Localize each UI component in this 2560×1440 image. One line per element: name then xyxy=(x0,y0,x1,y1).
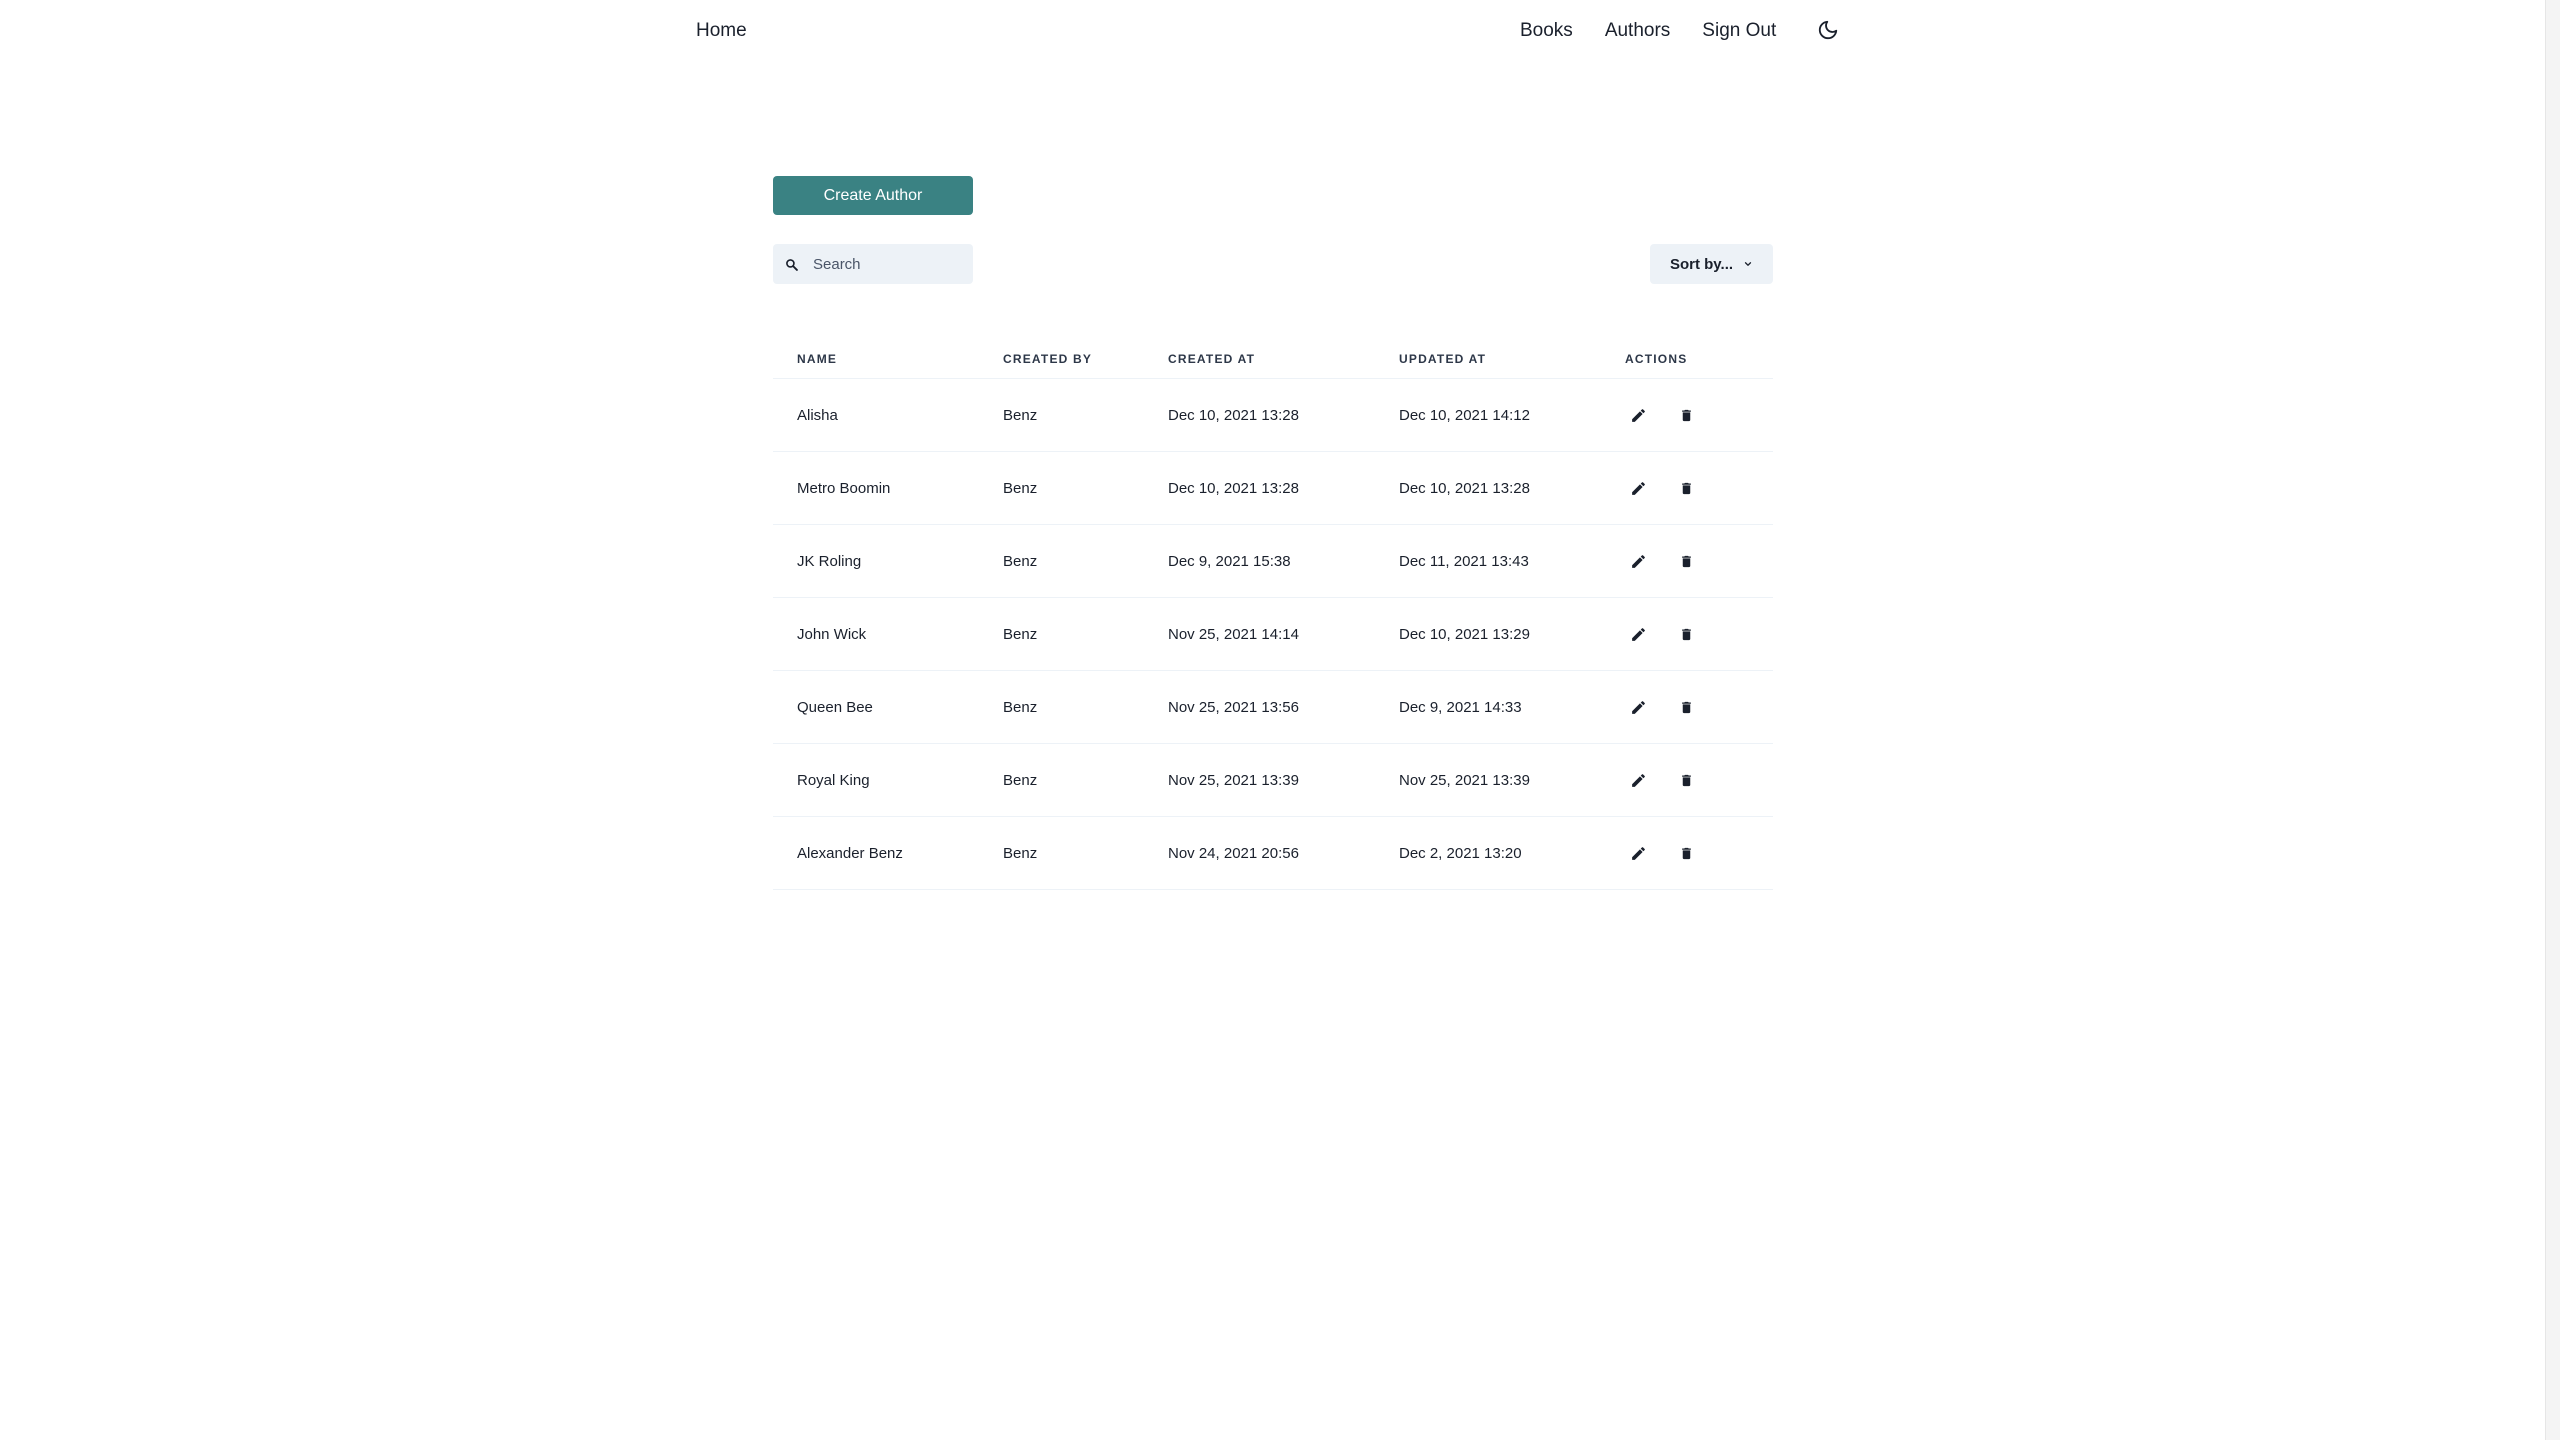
cell-created-at: Dec 9, 2021 15:38 xyxy=(1168,524,1399,598)
cell-actions xyxy=(1625,670,1773,744)
edit-icon[interactable] xyxy=(1627,623,1649,645)
cell-created-at: Nov 25, 2021 14:14 xyxy=(1168,597,1399,671)
table-row: Metro Boomin Benz Dec 10, 2021 13:28 Dec… xyxy=(773,451,1773,525)
nav-link-sign-out[interactable]: Sign Out xyxy=(1702,20,1776,42)
table-row: Queen Bee Benz Nov 25, 2021 13:56 Dec 9,… xyxy=(773,670,1773,744)
cell-created-at: Nov 24, 2021 20:56 xyxy=(1168,816,1399,890)
page: Home Books Authors Sign Out Create Autho… xyxy=(0,0,2560,1440)
table-row: Alexander Benz Benz Nov 24, 2021 20:56 D… xyxy=(773,816,1773,890)
row-actions xyxy=(1625,842,1773,864)
cell-created-at: Dec 10, 2021 13:28 xyxy=(1168,378,1399,452)
cell-updated-at: Dec 10, 2021 14:12 xyxy=(1399,378,1625,452)
cell-actions xyxy=(1625,597,1773,671)
top-nav: Home Books Authors Sign Out xyxy=(0,0,2545,64)
row-actions xyxy=(1625,550,1773,572)
trash-icon[interactable] xyxy=(1675,623,1697,645)
edit-icon[interactable] xyxy=(1627,696,1649,718)
cell-updated-at: Dec 10, 2021 13:29 xyxy=(1399,597,1625,671)
cell-created-at: Dec 10, 2021 13:28 xyxy=(1168,451,1399,525)
row-actions xyxy=(1625,623,1773,645)
column-header-created-by[interactable]: CREATED BY xyxy=(1003,340,1168,379)
edit-icon[interactable] xyxy=(1627,404,1649,426)
table-row: John Wick Benz Nov 25, 2021 14:14 Dec 10… xyxy=(773,597,1773,671)
search-box[interactable] xyxy=(773,244,973,284)
table-body: Alisha Benz Dec 10, 2021 13:28 Dec 10, 2… xyxy=(773,378,1773,890)
cell-updated-at: Dec 2, 2021 13:20 xyxy=(1399,816,1625,890)
cell-actions xyxy=(1625,743,1773,817)
table-row: Alisha Benz Dec 10, 2021 13:28 Dec 10, 2… xyxy=(773,378,1773,452)
trash-icon[interactable] xyxy=(1675,696,1697,718)
cell-created-at: Nov 25, 2021 13:56 xyxy=(1168,670,1399,744)
cell-created-by: Benz xyxy=(1003,524,1168,598)
cell-name: Queen Bee xyxy=(773,670,1003,744)
nav-links: Books Authors Sign Out xyxy=(1520,20,1840,42)
cell-updated-at: Dec 9, 2021 14:33 xyxy=(1399,670,1625,744)
edit-icon[interactable] xyxy=(1627,550,1649,572)
cell-updated-at: Nov 25, 2021 13:39 xyxy=(1399,743,1625,817)
row-actions xyxy=(1625,696,1773,718)
trash-icon[interactable] xyxy=(1675,769,1697,791)
cell-created-at: Nov 25, 2021 13:39 xyxy=(1168,743,1399,817)
moon-icon[interactable] xyxy=(1816,18,1840,42)
trash-icon[interactable] xyxy=(1675,404,1697,426)
column-header-created-at[interactable]: CREATED AT xyxy=(1168,340,1399,379)
cell-created-by: Benz xyxy=(1003,670,1168,744)
cell-created-by: Benz xyxy=(1003,743,1168,817)
vertical-scrollbar[interactable] xyxy=(2545,0,2560,1440)
column-header-updated-at[interactable]: UPDATED AT xyxy=(1399,340,1625,379)
trash-icon[interactable] xyxy=(1675,550,1697,572)
cell-actions xyxy=(1625,524,1773,598)
cell-name: John Wick xyxy=(773,597,1003,671)
table-header-row: NAME CREATED BY CREATED AT UPDATED AT AC… xyxy=(773,340,1773,379)
nav-link-books[interactable]: Books xyxy=(1520,20,1573,42)
sort-select[interactable]: Sort by... xyxy=(1650,244,1773,284)
search-input[interactable] xyxy=(813,255,963,273)
edit-icon[interactable] xyxy=(1627,477,1649,499)
search-icon xyxy=(785,257,799,271)
table-toolbar: Sort by... xyxy=(773,244,1773,284)
cell-name: JK Roling xyxy=(773,524,1003,598)
table-row: JK Roling Benz Dec 9, 2021 15:38 Dec 11,… xyxy=(773,524,1773,598)
cell-updated-at: Dec 10, 2021 13:28 xyxy=(1399,451,1625,525)
authors-table: NAME CREATED BY CREATED AT UPDATED AT AC… xyxy=(773,340,1773,890)
cell-created-by: Benz xyxy=(1003,816,1168,890)
sort-label: Sort by... xyxy=(1669,255,1734,273)
cell-name: Metro Boomin xyxy=(773,451,1003,525)
authors-content: Create Author Sort by... xyxy=(773,176,1773,890)
nav-home-link[interactable]: Home xyxy=(696,20,747,42)
row-actions xyxy=(1625,477,1773,499)
cell-created-by: Benz xyxy=(1003,378,1168,452)
cell-name: Alisha xyxy=(773,378,1003,452)
cell-created-by: Benz xyxy=(1003,451,1168,525)
trash-icon[interactable] xyxy=(1675,842,1697,864)
row-actions xyxy=(1625,404,1773,426)
edit-icon[interactable] xyxy=(1627,769,1649,791)
table-header: NAME CREATED BY CREATED AT UPDATED AT AC… xyxy=(773,340,1773,379)
column-header-name[interactable]: NAME xyxy=(773,340,1003,379)
row-actions xyxy=(1625,769,1773,791)
trash-icon[interactable] xyxy=(1675,477,1697,499)
cell-created-by: Benz xyxy=(1003,597,1168,671)
cell-name: Alexander Benz xyxy=(773,816,1003,890)
cell-name: Royal King xyxy=(773,743,1003,817)
column-header-actions: ACTIONS xyxy=(1625,340,1773,379)
cell-actions xyxy=(1625,378,1773,452)
cell-updated-at: Dec 11, 2021 13:43 xyxy=(1399,524,1625,598)
chevron-down-icon xyxy=(1743,259,1753,269)
table-row: Royal King Benz Nov 25, 2021 13:39 Nov 2… xyxy=(773,743,1773,817)
cell-actions xyxy=(1625,816,1773,890)
cell-actions xyxy=(1625,451,1773,525)
nav-link-authors[interactable]: Authors xyxy=(1605,20,1670,42)
create-author-button[interactable]: Create Author xyxy=(773,176,973,215)
edit-icon[interactable] xyxy=(1627,842,1649,864)
